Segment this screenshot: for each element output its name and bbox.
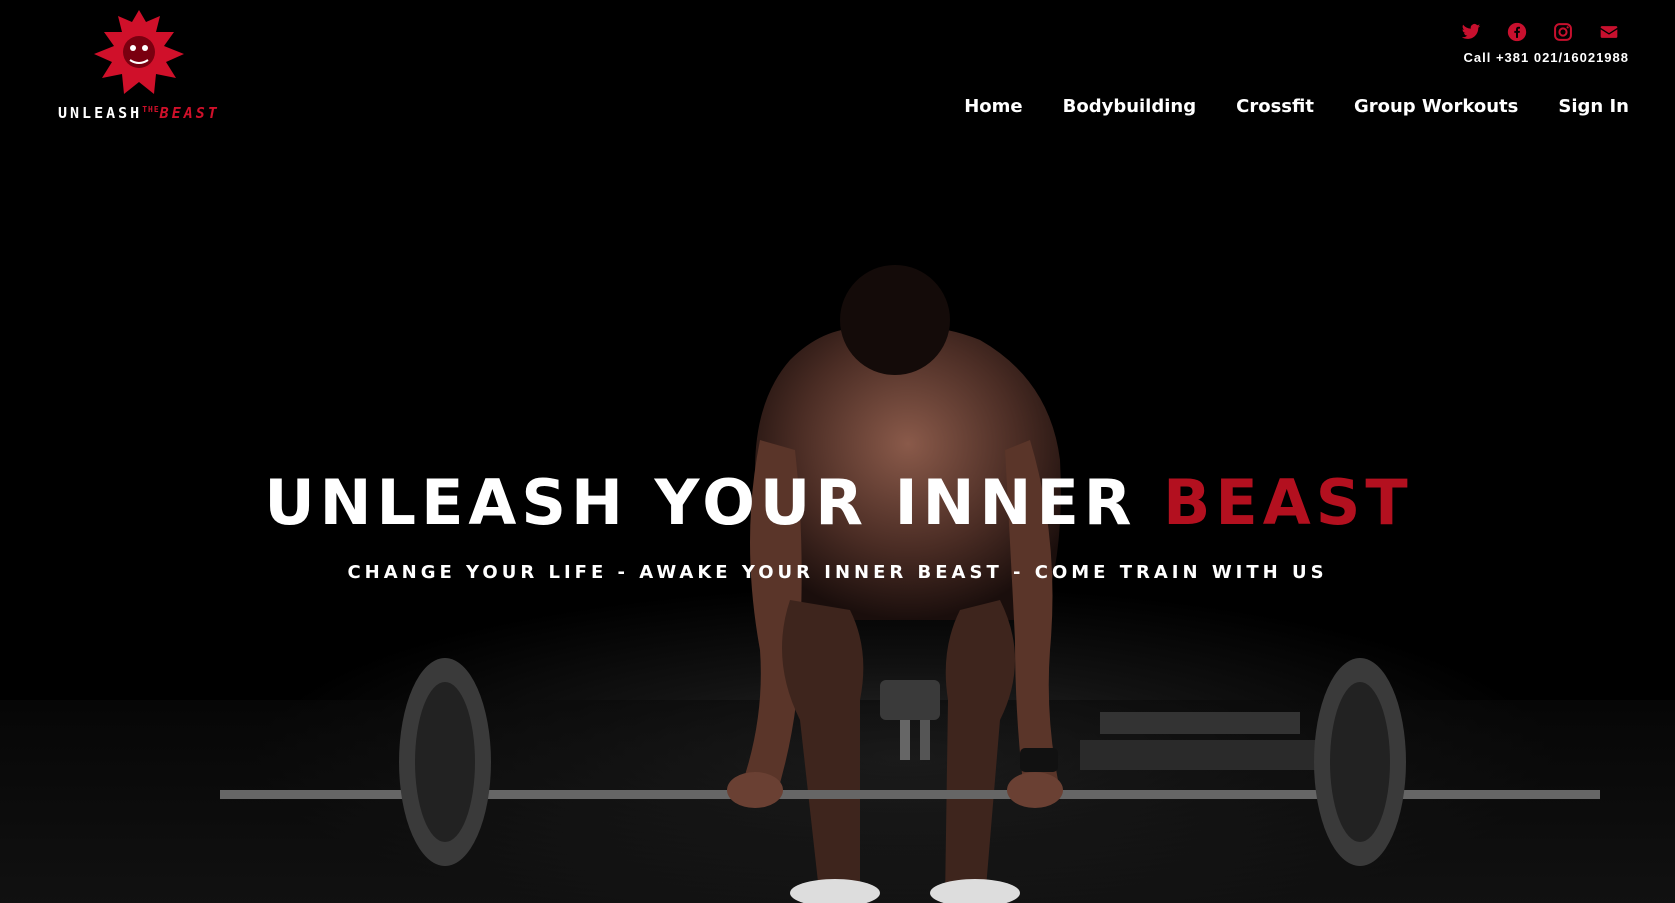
main-navigation: Home Bodybuilding Crossfit Group Workout… xyxy=(964,96,1629,117)
nav-group-workouts-link[interactable]: Group Workouts xyxy=(1354,96,1518,117)
hero-title: UNLEASH YOUR INNER BEAST xyxy=(1,466,1675,539)
nav-home-link[interactable]: Home xyxy=(964,96,1022,117)
nav-sign-in-link[interactable]: Sign In xyxy=(1558,96,1629,117)
hero-title-main: UNLEASH YOUR INNER xyxy=(264,466,1164,539)
facebook-icon[interactable] xyxy=(1507,22,1527,42)
hero-background-image xyxy=(0,0,1675,903)
instagram-icon[interactable] xyxy=(1553,22,1573,42)
logo-word-beast: BEAST xyxy=(159,104,220,122)
beast-emblem-icon xyxy=(94,10,184,94)
nav-crossfit-link[interactable]: Crossfit xyxy=(1236,96,1314,117)
logo-word-unleash: UNLEASH xyxy=(58,104,143,122)
call-phone-number[interactable]: Call +381 021/16021988 xyxy=(1464,50,1630,65)
logo-word-the: THE xyxy=(142,105,160,114)
nav-bodybuilding-link[interactable]: Bodybuilding xyxy=(1063,96,1197,117)
social-links xyxy=(1461,22,1619,42)
landing-page: UNLEASHTHEBEAST Call +381 021/16021988 H… xyxy=(0,0,1675,903)
site-logo[interactable]: UNLEASHTHEBEAST xyxy=(56,6,217,126)
envelope-icon[interactable] xyxy=(1599,22,1619,42)
hero-subtitle: CHANGE YOUR LIFE - AWAKE YOUR INNER BEAS… xyxy=(347,562,1328,583)
hero-title-accent: BEAST xyxy=(1163,466,1413,539)
logo-wordmark: UNLEASHTHEBEAST xyxy=(58,104,220,122)
twitter-icon[interactable] xyxy=(1461,22,1481,42)
